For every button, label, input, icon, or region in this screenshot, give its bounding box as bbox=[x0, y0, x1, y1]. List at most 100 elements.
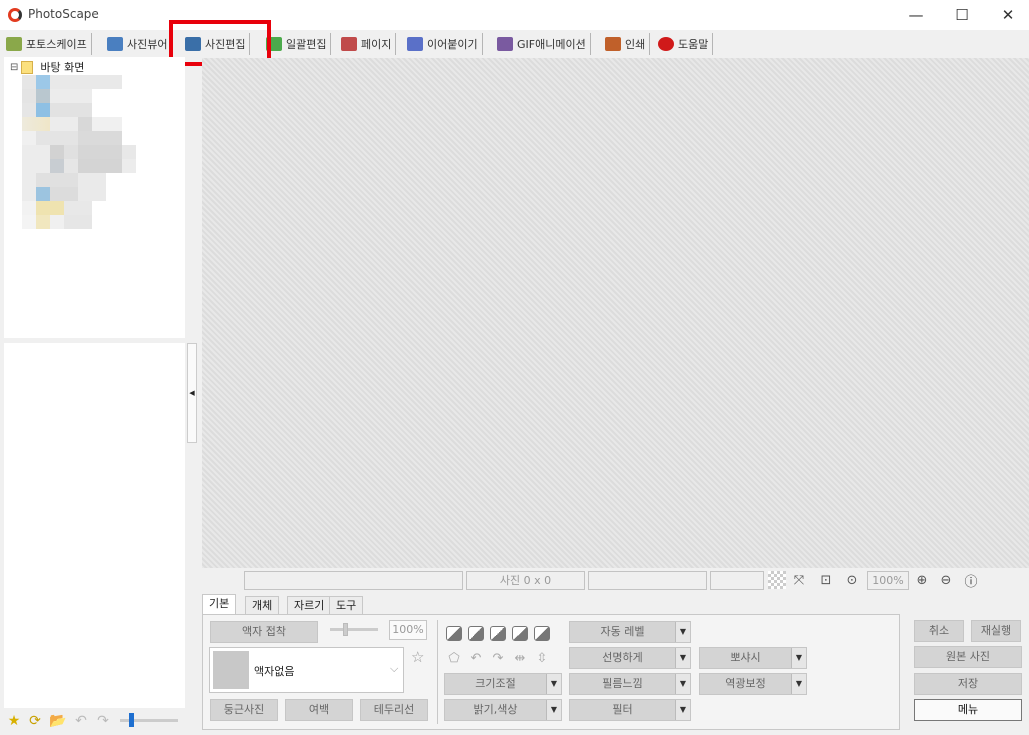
zoom-in-icon[interactable]: ⊕ bbox=[913, 571, 931, 589]
dropdown-arrow-icon[interactable]: ▼ bbox=[675, 648, 690, 668]
thumbnail-size-slider[interactable] bbox=[120, 713, 178, 727]
actual-size-icon[interactable]: ⊡ bbox=[817, 571, 835, 589]
tab-label: 일괄편집 bbox=[286, 38, 327, 51]
flip-horizontal-icon[interactable]: ⇹ bbox=[512, 651, 528, 667]
film-effect-dropdown[interactable]: 필름느낌 ▼ bbox=[569, 673, 691, 695]
rotate-left-icon[interactable]: ↶ bbox=[468, 651, 484, 667]
backlight-label: 역광보정 bbox=[725, 677, 766, 690]
status-box-1 bbox=[244, 571, 463, 590]
print-icon bbox=[605, 37, 621, 51]
zoom-out-icon[interactable]: ⊖ bbox=[937, 571, 955, 589]
tab-basic[interactable]: 기본 bbox=[202, 594, 237, 615]
shape-2-icon[interactable] bbox=[468, 626, 484, 641]
chevron-down-icon: ⌵ bbox=[390, 662, 399, 675]
app-logo-icon bbox=[8, 8, 22, 22]
tab-help[interactable]: 도움말 bbox=[654, 33, 714, 55]
favorite-star-icon[interactable]: ☆ bbox=[411, 648, 424, 666]
dropdown-arrow-icon[interactable]: ▼ bbox=[791, 648, 806, 668]
tab-label: 사진뷰어 bbox=[127, 38, 168, 51]
photoscape-icon bbox=[6, 37, 22, 51]
thumbnail-pane[interactable] bbox=[4, 343, 185, 708]
main-tab-strip: 포토스케이프 사진뷰어 사진편집 일괄편집 페이지 이어붙이기 GIF애니메이션… bbox=[0, 30, 1029, 57]
refresh-folder-icon[interactable]: ⟳ bbox=[26, 712, 44, 730]
open-folder-icon[interactable]: 📂 bbox=[49, 712, 67, 730]
shape-4-icon[interactable] bbox=[512, 626, 528, 641]
sharpen-dropdown[interactable]: 선명하게 ▼ bbox=[569, 647, 691, 669]
help-icon bbox=[658, 37, 674, 51]
frame-preview bbox=[213, 651, 249, 689]
tab-gif-animation[interactable]: GIF애니메이션 bbox=[493, 33, 591, 55]
tab-page[interactable]: 페이지 bbox=[337, 33, 397, 55]
bloom-dropdown[interactable]: 뽀샤시 ▼ bbox=[699, 647, 807, 669]
folder-icon bbox=[21, 60, 34, 74]
auto-level-label: 자동 레벨 bbox=[600, 625, 645, 638]
maximize-button[interactable]: ☐ bbox=[939, 0, 985, 30]
shape-1-icon[interactable] bbox=[446, 626, 462, 641]
auto-level-dropdown[interactable]: 자동 레벨 ▼ bbox=[569, 621, 691, 643]
close-button[interactable]: ✕ bbox=[985, 0, 1029, 30]
title-bar: PhotoScape — ☐ ✕ bbox=[0, 0, 1029, 30]
zoom-fit-icon[interactable]: ⊙ bbox=[843, 571, 861, 589]
backlight-dropdown[interactable]: 역광보정 ▼ bbox=[699, 673, 807, 695]
info-icon[interactable]: ⓘ bbox=[962, 571, 980, 590]
tab-tools[interactable]: 도구 bbox=[329, 596, 364, 615]
resize-label: 크기조절 bbox=[475, 677, 516, 690]
tab-crop[interactable]: 자르기 bbox=[287, 596, 332, 615]
back-icon[interactable]: ↶ bbox=[72, 712, 90, 730]
brightness-dropdown[interactable]: 밝기,색상 ▼ bbox=[444, 699, 562, 721]
tab-combine[interactable]: 이어붙이기 bbox=[403, 33, 483, 55]
frame-select[interactable]: 액자없음 ⌵ bbox=[209, 647, 404, 693]
save-button[interactable]: 저장 bbox=[914, 673, 1022, 695]
frame-attach-button[interactable]: 액자 접착 bbox=[210, 621, 318, 643]
brightness-label: 밝기,색상 bbox=[473, 703, 518, 716]
panel-collapse-handle[interactable]: ◀ bbox=[187, 343, 197, 443]
tab-object[interactable]: 개체 bbox=[245, 596, 280, 615]
round-photo-button[interactable]: 둥근사진 bbox=[210, 699, 278, 721]
window-title: PhotoScape bbox=[28, 7, 99, 21]
status-box-3 bbox=[588, 571, 707, 590]
forward-icon[interactable]: ↷ bbox=[94, 712, 112, 730]
transparency-icon[interactable] bbox=[768, 571, 786, 589]
dropdown-arrow-icon[interactable]: ▼ bbox=[675, 622, 690, 642]
favorites-star-icon[interactable]: ★ bbox=[5, 712, 23, 730]
page-icon bbox=[341, 37, 357, 51]
original-photo-button[interactable]: 원본 사진 bbox=[914, 646, 1022, 668]
flip-vertical-icon[interactable]: ⇳ bbox=[534, 651, 550, 667]
slider-thumb[interactable] bbox=[129, 713, 134, 727]
tree-node-desktop[interactable]: ⊟ 바탕 화면 bbox=[10, 59, 84, 75]
shape-3-icon[interactable] bbox=[490, 626, 506, 641]
dropdown-arrow-icon[interactable]: ▼ bbox=[791, 674, 806, 694]
edit-canvas[interactable] bbox=[202, 58, 1029, 568]
zoom-level: 100% bbox=[867, 571, 909, 590]
dropdown-arrow-icon[interactable]: ▼ bbox=[546, 700, 561, 720]
bloom-label: 뽀샤시 bbox=[730, 651, 761, 664]
redo-button[interactable]: 재실행 bbox=[971, 620, 1021, 642]
tab-label: 포토스케이프 bbox=[26, 38, 87, 51]
minimize-button[interactable]: — bbox=[893, 0, 939, 30]
tab-photo-viewer[interactable]: 사진뷰어 bbox=[103, 33, 173, 55]
sharpen-label: 선명하게 bbox=[602, 651, 643, 664]
undo-button[interactable]: 취소 bbox=[914, 620, 964, 642]
filter-dropdown[interactable]: 필터 ▼ bbox=[569, 699, 691, 721]
frame-slider-thumb[interactable] bbox=[343, 623, 348, 636]
dropdown-arrow-icon[interactable]: ▼ bbox=[546, 674, 561, 694]
film-effect-label: 필름느낌 bbox=[602, 677, 643, 690]
menu-button[interactable]: 메뉴 bbox=[914, 699, 1022, 721]
dropdown-arrow-icon[interactable]: ▼ bbox=[675, 674, 690, 694]
dropdown-arrow-icon[interactable]: ▼ bbox=[675, 700, 690, 720]
filter-label: 필터 bbox=[612, 703, 633, 716]
gif-icon bbox=[497, 37, 513, 51]
fit-screen-icon[interactable]: ⤧ bbox=[790, 571, 808, 589]
rotate-free-icon[interactable]: ⬠ bbox=[446, 651, 462, 667]
tab-print[interactable]: 인쇄 bbox=[601, 33, 651, 55]
collapse-icon[interactable]: ⊟ bbox=[10, 62, 18, 73]
border-line-button[interactable]: 테두리선 bbox=[360, 699, 428, 721]
shape-5-icon[interactable] bbox=[534, 626, 550, 641]
margin-button[interactable]: 여백 bbox=[285, 699, 353, 721]
frame-percent: 100% bbox=[389, 620, 427, 640]
tab-batch-editor[interactable]: 일괄편집 bbox=[262, 33, 332, 55]
resize-dropdown[interactable]: 크기조절 ▼ bbox=[444, 673, 562, 695]
rotate-right-icon[interactable]: ↷ bbox=[490, 651, 506, 667]
frame-slider[interactable] bbox=[330, 623, 378, 636]
tab-photoscape[interactable]: 포토스케이프 bbox=[2, 33, 92, 55]
